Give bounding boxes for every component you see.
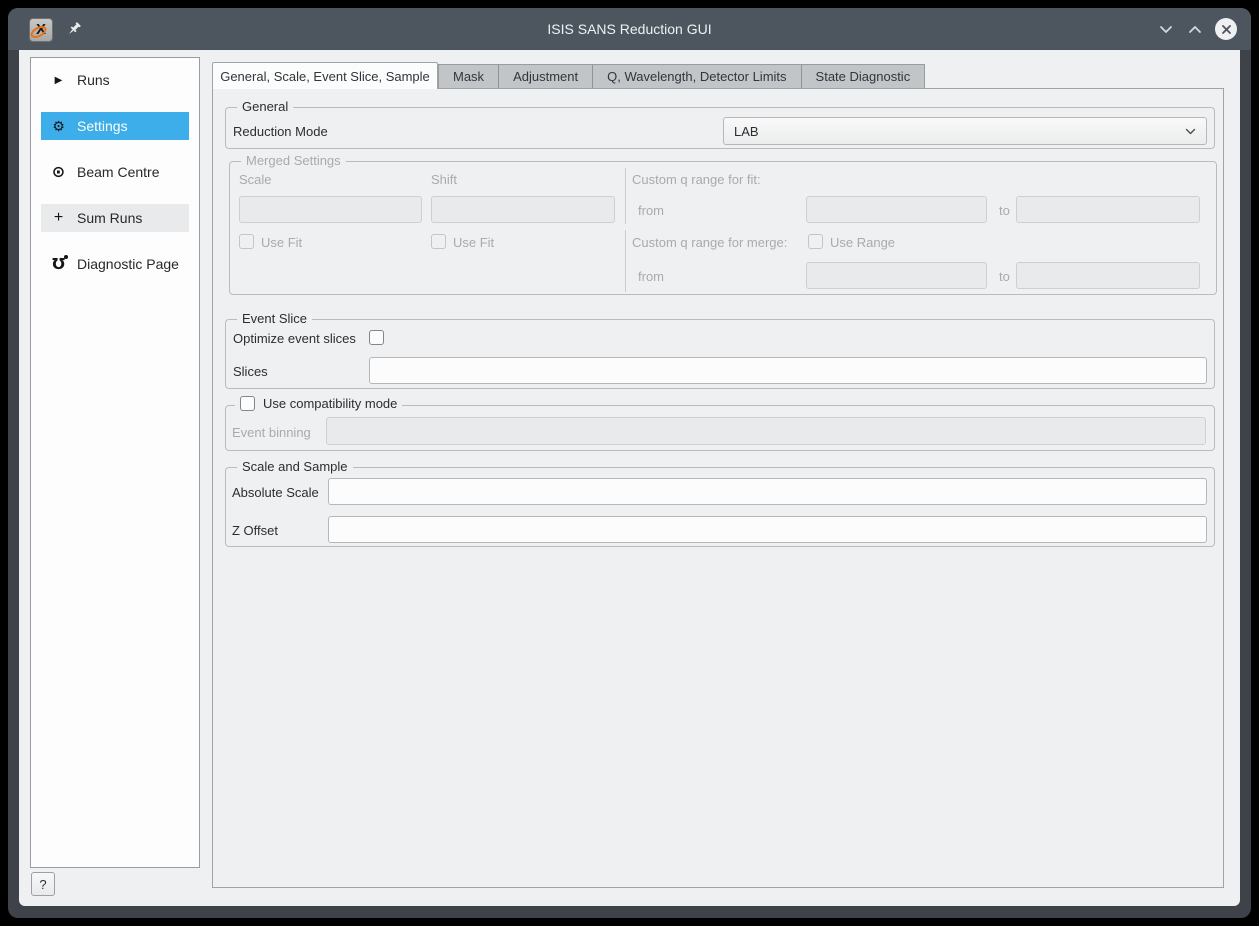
merged-scale-label: Scale: [239, 172, 272, 187]
sidebar-item-label: Beam Centre: [77, 164, 159, 180]
q-fit-to-input: [1016, 196, 1200, 223]
event-binning-label: Event binning: [232, 425, 311, 440]
vertical-separator: [625, 168, 626, 224]
event-slice-groupbox: Event Slice Optimize event slices Slices: [225, 319, 1215, 389]
reduction-mode-value: LAB: [734, 124, 1185, 139]
use-compatibility-mode-label: Use compatibility mode: [263, 396, 397, 411]
play-icon: ▶: [50, 75, 67, 86]
slices-input[interactable]: [369, 357, 1207, 384]
merged-settings-group-title: Merged Settings: [241, 153, 346, 168]
reduction-mode-label: Reduction Mode: [233, 124, 328, 139]
merged-settings-groupbox: Merged Settings Scale Shift Custom q ran…: [229, 161, 1217, 295]
compatibility-mode-groupbox: Use compatibility mode Event binning: [225, 405, 1215, 451]
reduction-mode-select[interactable]: LAB: [723, 117, 1207, 145]
q-merge-from-input: [806, 262, 987, 289]
q-merge-to-label: to: [999, 269, 1010, 284]
tab-adjustment[interactable]: Adjustment: [499, 65, 593, 88]
titlebar: X ISIS SANS Reduction GUI: [8, 8, 1251, 50]
help-button[interactable]: ?: [31, 872, 55, 896]
sidebar-item-beam-centre[interactable]: ⊙ Beam Centre: [41, 158, 189, 186]
tab-content-pane: General Reduction Mode LAB Merged Settin…: [212, 88, 1224, 888]
tab-bar: General, Scale, Event Slice, Sample Mask…: [212, 62, 925, 89]
inactive-tabs: Mask Adjustment Q, Wavelength, Detector …: [438, 64, 925, 88]
shift-use-fit-checkbox: [431, 234, 446, 249]
slices-label: Slices: [233, 364, 268, 379]
use-compatibility-mode-checkbox[interactable]: [240, 396, 255, 411]
minimize-button[interactable]: [1157, 20, 1175, 38]
sidebar-item-sum-runs[interactable]: + Sum Runs: [41, 204, 189, 232]
scale-use-fit-label: Use Fit: [261, 235, 302, 250]
merged-scale-input: [239, 196, 422, 223]
sidebar-item-label: Settings: [77, 118, 128, 134]
q-merge-from-label: from: [638, 269, 664, 284]
gear-icon: ⚙: [50, 118, 67, 135]
window-title: ISIS SANS Reduction GUI: [8, 8, 1251, 50]
sidebar-item-diagnostic-page[interactable]: ℧ Diagnostic Page: [41, 250, 189, 278]
sidebar-item-label: Runs: [77, 72, 110, 88]
q-fit-from-label: from: [638, 203, 664, 218]
scale-and-sample-groupbox: Scale and Sample Absolute Scale Z Offset: [225, 467, 1215, 547]
sidebar-item-runs[interactable]: ▶ Runs: [41, 66, 189, 94]
vertical-separator: [625, 230, 626, 292]
merged-shift-label: Shift: [431, 172, 457, 187]
q-fit-to-label: to: [999, 203, 1010, 218]
general-groupbox: General Reduction Mode LAB: [225, 107, 1215, 149]
absolute-scale-input[interactable]: [328, 478, 1207, 505]
event-slice-group-title: Event Slice: [237, 311, 312, 326]
tab-mask[interactable]: Mask: [439, 65, 499, 88]
close-button[interactable]: [1215, 18, 1237, 40]
absolute-scale-label: Absolute Scale: [232, 485, 319, 500]
target-icon: ⊙: [50, 162, 67, 182]
sidebar-nav: ▶ Runs ⚙ Settings ⊙ Beam Centre + Sum Ru…: [30, 57, 200, 868]
optimize-event-slices-checkbox[interactable]: [369, 330, 384, 345]
use-range-checkbox: [808, 234, 823, 249]
maximize-button[interactable]: [1186, 20, 1204, 38]
chevron-down-icon: [1185, 128, 1196, 135]
sidebar-item-settings[interactable]: ⚙ Settings: [41, 112, 189, 140]
merged-shift-input: [431, 196, 615, 223]
q-fit-from-input: [806, 196, 987, 223]
custom-q-range-fit-label: Custom q range for fit:: [632, 172, 761, 187]
tab-q-wavelength-detector-limits[interactable]: Q, Wavelength, Detector Limits: [593, 65, 801, 88]
use-range-label: Use Range: [830, 235, 895, 250]
q-merge-to-input: [1016, 262, 1200, 289]
scale-and-sample-group-title: Scale and Sample: [237, 459, 353, 474]
tab-state-diagnostic[interactable]: State Diagnostic: [802, 65, 925, 88]
shift-use-fit-label: Use Fit: [453, 235, 494, 250]
general-group-title: General: [237, 99, 293, 114]
custom-q-range-merge-label: Custom q range for merge:: [632, 235, 787, 250]
window-controls: [1157, 8, 1237, 50]
z-offset-input[interactable]: [328, 516, 1207, 543]
main-content: ▶ Runs ⚙ Settings ⊙ Beam Centre + Sum Ru…: [19, 50, 1240, 906]
app-window: X ISIS SANS Reduction GUI: [8, 8, 1251, 918]
sidebar-item-label: Sum Runs: [77, 210, 142, 226]
sidebar-item-label: Diagnostic Page: [77, 256, 179, 272]
stethoscope-icon: ℧: [50, 255, 67, 273]
scale-use-fit-checkbox: [239, 234, 254, 249]
z-offset-label: Z Offset: [232, 523, 278, 538]
tab-general-scale-event-slice-sample[interactable]: General, Scale, Event Slice, Sample: [212, 62, 438, 89]
optimize-event-slices-label: Optimize event slices: [233, 331, 356, 346]
plus-icon: +: [50, 209, 67, 227]
event-binning-input: [326, 417, 1206, 445]
